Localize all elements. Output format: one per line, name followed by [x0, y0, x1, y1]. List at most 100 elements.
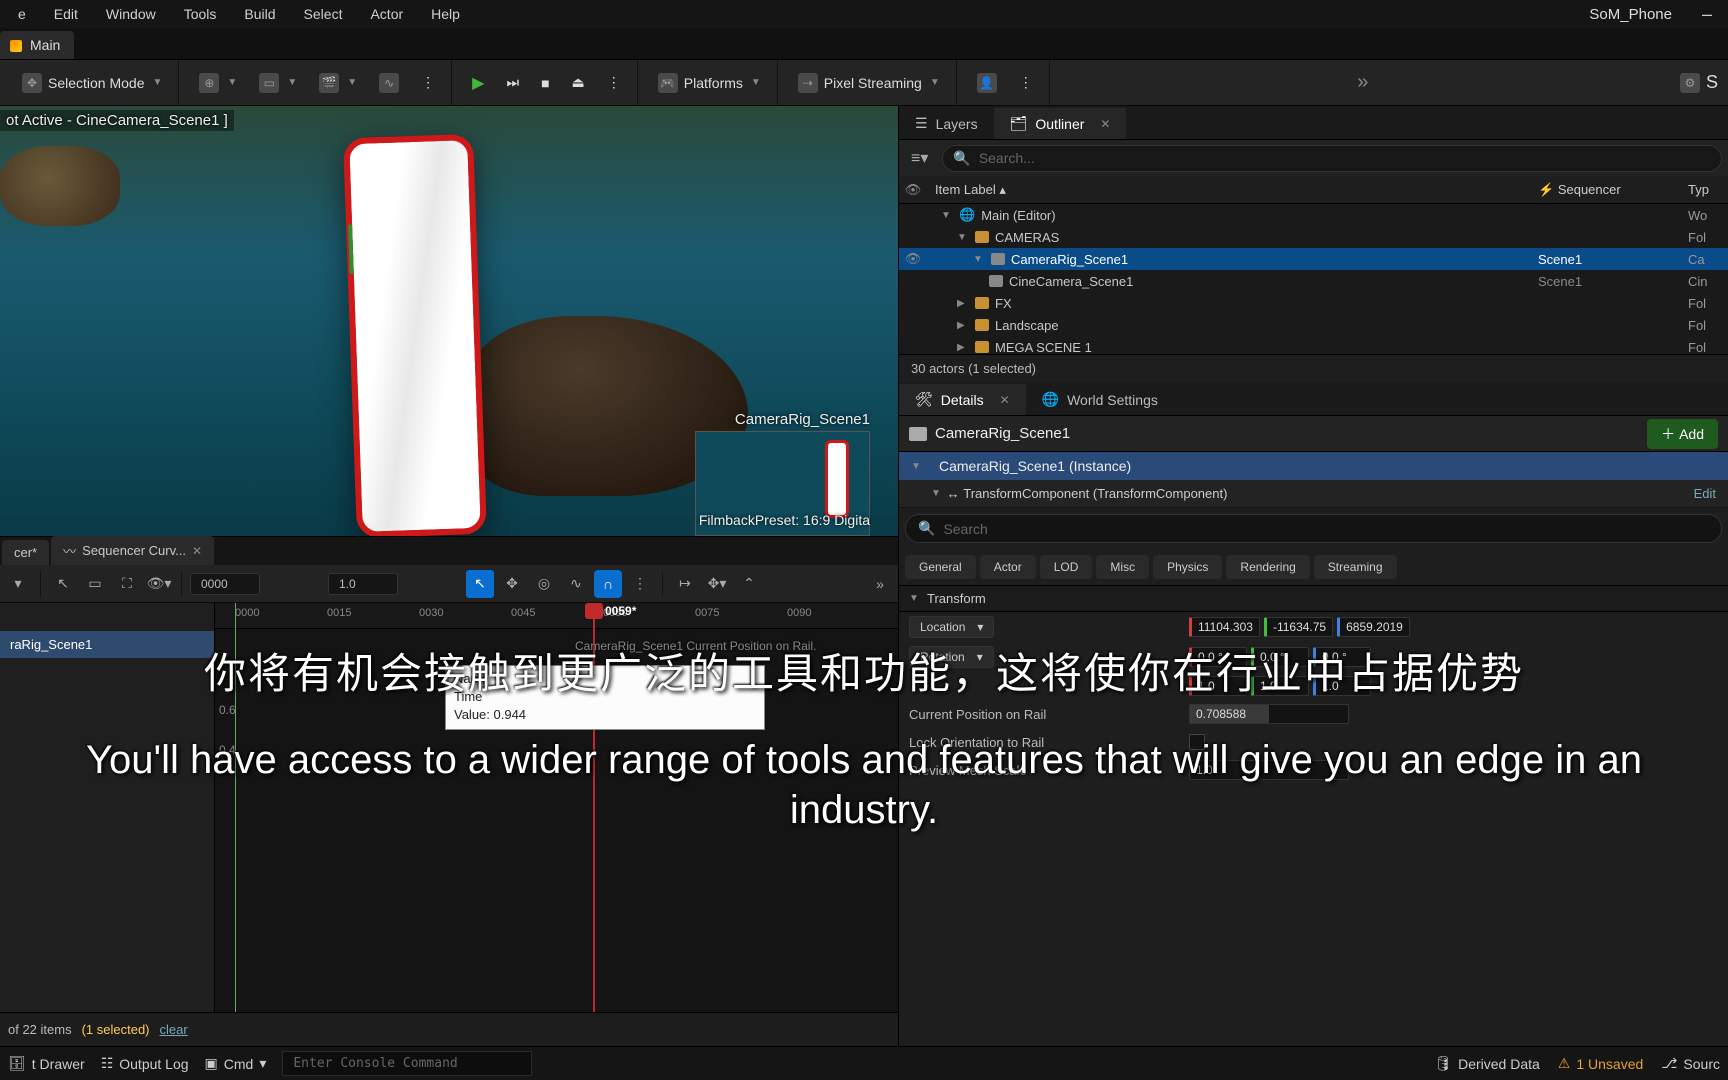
cat-lod[interactable]: LOD — [1040, 555, 1093, 579]
details-search[interactable]: 🔍Search — [905, 514, 1722, 543]
visibility-toggle[interactable]: 👁 — [899, 251, 927, 267]
add-content-button[interactable]: ⊕▼ — [189, 67, 247, 99]
snap-mode[interactable]: ∩ — [594, 570, 622, 598]
location-y[interactable]: -11634.75 — [1264, 617, 1333, 637]
toolbar-collapse-icon[interactable]: » — [1343, 71, 1382, 94]
rotation-dropdown[interactable]: Rotation▾ — [909, 646, 994, 668]
menu-file[interactable]: e — [4, 2, 40, 26]
rotation-x[interactable]: 0.0 ° — [1189, 647, 1247, 667]
unsaved-indicator[interactable]: ⚠1 Unsaved — [1558, 1055, 1644, 1072]
location-dropdown[interactable]: Location▾ — [909, 616, 994, 638]
step-button[interactable]: ⏭ — [496, 68, 529, 97]
filter-icon[interactable]: ≡▾ — [905, 148, 934, 168]
blueprint-button[interactable]: ▭▼ — [249, 67, 307, 99]
outliner-row[interactable]: ▶LandscapeFol — [899, 314, 1728, 336]
close-icon[interactable]: ✕ — [1000, 393, 1010, 407]
stop-button[interactable]: ■ — [531, 69, 559, 97]
component-row[interactable]: ▼ ↔ TransformComponent (TransformCompone… — [899, 480, 1728, 508]
track-camerarig[interactable]: raRig_Scene1 — [0, 631, 214, 658]
viewport[interactable]: ot Active - CineCamera_Scene1 ] CameraRi… — [0, 106, 898, 536]
seq-track-tree[interactable]: raRig_Scene1 — [0, 603, 215, 1012]
source-control[interactable]: ⎇Sourc — [1661, 1055, 1720, 1072]
details-tab[interactable]: 🛠Details✕ — [899, 384, 1026, 415]
lock-orientation-checkbox[interactable] — [1189, 734, 1205, 750]
move-mode[interactable]: ✥ — [498, 570, 526, 598]
cat-actor[interactable]: Actor — [980, 555, 1036, 579]
menu-build[interactable]: Build — [230, 2, 289, 26]
close-icon[interactable]: ✕ — [192, 544, 202, 558]
edit-component[interactable]: Edit — [1694, 486, 1716, 501]
outliner-row[interactable]: ▶FXFol — [899, 292, 1728, 314]
seq-overflow[interactable]: » — [866, 570, 894, 598]
mesh-scale-field[interactable]: 1.0 — [1189, 760, 1349, 780]
menu-window[interactable]: Window — [92, 2, 170, 26]
key-tool-2[interactable]: ✥▾ — [703, 570, 731, 598]
window-minimize-icon[interactable]: – — [1690, 0, 1724, 29]
console-input[interactable]: Enter Console Command — [282, 1051, 532, 1076]
sequencer-column[interactable]: ⚡ Sequencer — [1538, 182, 1688, 198]
toolbar-extra-button[interactable]: ∿ — [369, 67, 409, 99]
user-button[interactable]: 👤 — [967, 67, 1007, 99]
outliner-row[interactable]: CineCamera_Scene1Scene1Cin — [899, 270, 1728, 292]
frame-start[interactable]: 0000 — [190, 573, 260, 595]
timeline-ruler[interactable]: 0000 0015 0030 0045 0060 0075 0090 — [215, 603, 898, 629]
menu-actor[interactable]: Actor — [356, 2, 417, 26]
menu-help[interactable]: Help — [417, 2, 474, 26]
rail-position-slider[interactable]: 0.708588 — [1189, 704, 1349, 724]
outliner-row[interactable]: ▼CAMERASFol — [899, 226, 1728, 248]
outliner-tab[interactable]: 🗂Outliner✕ — [994, 108, 1127, 139]
play-button[interactable]: ▶ — [462, 67, 494, 99]
cursor-mode[interactable]: ↖ — [466, 570, 494, 598]
type-column[interactable]: Typ — [1688, 182, 1728, 197]
tab-main[interactable]: Main — [0, 31, 74, 59]
layers-tab[interactable]: ☰Layers — [899, 108, 994, 139]
select-tool[interactable]: ↖ — [49, 570, 77, 598]
location-x[interactable]: 11104.303 — [1189, 617, 1260, 637]
sequencer-curves-tab[interactable]: 〰 Sequencer Curv... ✕ — [51, 536, 214, 565]
cat-rendering[interactable]: Rendering — [1226, 555, 1309, 579]
add-component-button[interactable]: ＋Add — [1647, 419, 1718, 449]
outliner-row-selected[interactable]: 👁▼CameraRig_Scene1Scene1Ca — [899, 248, 1728, 270]
eject-button[interactable]: ⏏ — [562, 68, 595, 97]
instance-row[interactable]: ▼CameraRig_Scene1 (Instance) — [899, 452, 1728, 480]
toolbar-overflow[interactable]: ⋮ — [411, 68, 445, 97]
key-tool-3[interactable]: ⌃ — [735, 570, 763, 598]
scale-y[interactable]: 1.0 — [1251, 676, 1309, 696]
pixel-streaming-button[interactable]: ⇢ Pixel Streaming▼ — [788, 67, 950, 99]
content-drawer[interactable]: 🗄t Drawer — [8, 1055, 85, 1072]
cmd-dropdown[interactable]: ▣Cmd ▾ — [205, 1055, 267, 1072]
scale-x[interactable]: 1.0 — [1189, 676, 1247, 696]
rotation-z[interactable]: 0.0 ° — [1313, 647, 1371, 667]
view-dropdown[interactable]: 👁▾ — [145, 570, 173, 598]
cinematics-button[interactable]: 🎬▼ — [309, 67, 367, 99]
outliner-tree[interactable]: ▼🌐Main (Editor)Wo ▼CAMERASFol 👁▼CameraRi… — [899, 204, 1728, 354]
snap-options[interactable]: ⋮ — [626, 570, 654, 598]
tangent-mode[interactable]: ∿ — [562, 570, 590, 598]
world-settings-tab[interactable]: 🌐World Settings — [1026, 384, 1174, 415]
menu-select[interactable]: Select — [290, 2, 357, 26]
output-log[interactable]: ☷Output Log — [101, 1055, 189, 1072]
seq-clear-selection[interactable]: clear — [160, 1022, 188, 1037]
curve-graph[interactable]: 0000 0015 0030 0045 0060 0075 0090 0059*… — [215, 603, 898, 1012]
scale-z[interactable]: 1.0 — [1313, 676, 1371, 696]
outliner-row[interactable]: ▼🌐Main (Editor)Wo — [899, 204, 1728, 226]
selection-mode-button[interactable]: ✥ Selection Mode ▼ — [12, 67, 172, 99]
item-label-column[interactable]: Item Label ▴ — [927, 182, 1538, 198]
settings-button[interactable]: ⚙ S — [1676, 72, 1722, 93]
sequencer-tab[interactable]: cer* — [2, 540, 49, 565]
seq-view-dropdown[interactable]: ▾ — [4, 570, 32, 598]
toolbar-more[interactable]: ⋮ — [1009, 68, 1043, 97]
key-tool-1[interactable]: ↦ — [671, 570, 699, 598]
visibility-column[interactable]: 👁 — [899, 182, 927, 198]
section-transform[interactable]: ▼Transform — [899, 585, 1728, 612]
cat-general[interactable]: General — [905, 555, 976, 579]
close-icon[interactable]: ✕ — [1100, 117, 1110, 131]
scale-mode[interactable]: ◎ — [530, 570, 558, 598]
location-z[interactable]: 6859.2019 — [1337, 617, 1410, 637]
cat-misc[interactable]: Misc — [1096, 555, 1149, 579]
play-options[interactable]: ⋮ — [597, 68, 631, 97]
derived-data[interactable]: 🛢Derived Data — [1434, 1055, 1539, 1072]
cat-physics[interactable]: Physics — [1153, 555, 1222, 579]
frame-tool[interactable]: ▭ — [81, 570, 109, 598]
frame-scale[interactable]: 1.0 — [328, 573, 398, 595]
